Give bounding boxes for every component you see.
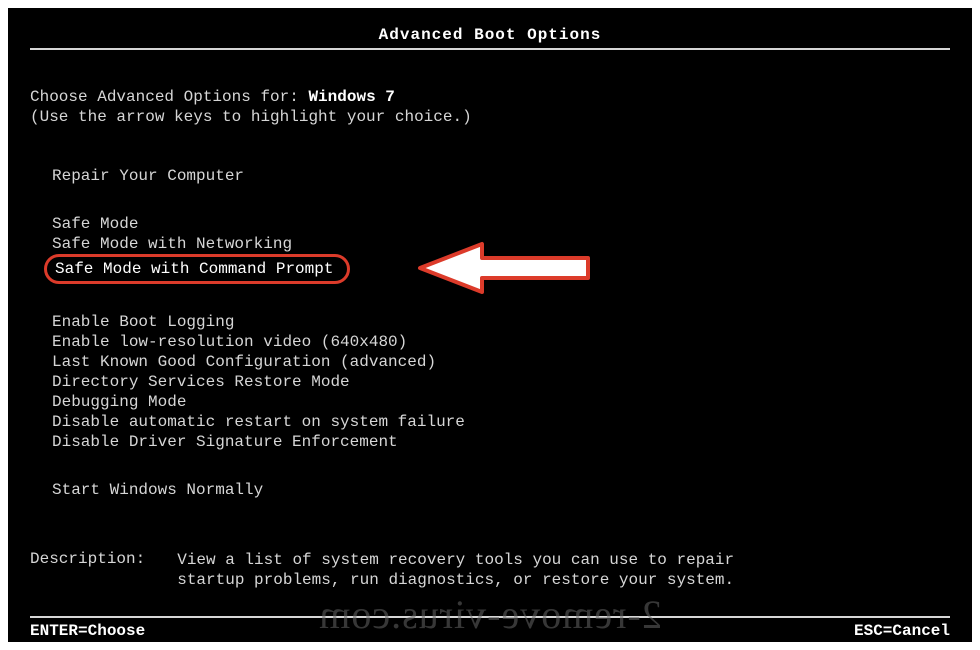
- menu-item-last-known-good[interactable]: Last Known Good Configuration (advanced): [52, 352, 950, 372]
- title-bar: Advanced Boot Options: [30, 26, 950, 50]
- arrow-key-hint: (Use the arrow keys to highlight your ch…: [30, 108, 950, 126]
- description-row: Description: View a list of system recov…: [30, 550, 950, 590]
- menu-item-low-res-video[interactable]: Enable low-resolution video (640x480): [52, 332, 950, 352]
- footer-enter: ENTER=Choose: [30, 622, 145, 640]
- menu-item-ds-restore-mode[interactable]: Directory Services Restore Mode: [52, 372, 950, 392]
- description-text: View a list of system recovery tools you…: [177, 550, 737, 590]
- menu-item-safe-mode-networking[interactable]: Safe Mode with Networking: [52, 234, 950, 254]
- footer-esc: ESC=Cancel: [854, 622, 950, 640]
- boot-menu[interactable]: Repair Your Computer Safe Mode Safe Mode…: [52, 166, 950, 500]
- menu-item-disable-auto-restart[interactable]: Disable automatic restart on system fail…: [52, 412, 950, 432]
- menu-group: Safe Mode Safe Mode with Networking Safe…: [52, 214, 950, 284]
- menu-item-safe-mode-command-prompt[interactable]: Safe Mode with Command Prompt: [52, 254, 950, 284]
- os-name: Windows 7: [308, 88, 394, 106]
- menu-item-safe-mode[interactable]: Safe Mode: [52, 214, 950, 234]
- boot-options-screen: Advanced Boot Options Choose Advanced Op…: [8, 8, 972, 642]
- choose-line: Choose Advanced Options for: Windows 7: [30, 88, 950, 106]
- menu-item-enable-boot-logging[interactable]: Enable Boot Logging: [52, 312, 950, 332]
- page-title: Advanced Boot Options: [379, 26, 602, 44]
- menu-item-repair-your-computer[interactable]: Repair Your Computer: [52, 166, 950, 186]
- menu-group: Enable Boot Logging Enable low-resolutio…: [52, 312, 950, 452]
- menu-item-disable-driver-sig[interactable]: Disable Driver Signature Enforcement: [52, 432, 950, 452]
- highlight-annotation: Safe Mode with Command Prompt: [44, 254, 350, 284]
- menu-group: Start Windows Normally: [52, 480, 950, 500]
- menu-group: Repair Your Computer: [52, 166, 950, 186]
- description-label: Description:: [30, 550, 145, 590]
- choose-prefix: Choose Advanced Options for:: [30, 88, 308, 106]
- footer-bar: ENTER=Choose ESC=Cancel: [30, 616, 950, 640]
- menu-item-debugging-mode[interactable]: Debugging Mode: [52, 392, 950, 412]
- menu-item-start-normally[interactable]: Start Windows Normally: [52, 480, 950, 500]
